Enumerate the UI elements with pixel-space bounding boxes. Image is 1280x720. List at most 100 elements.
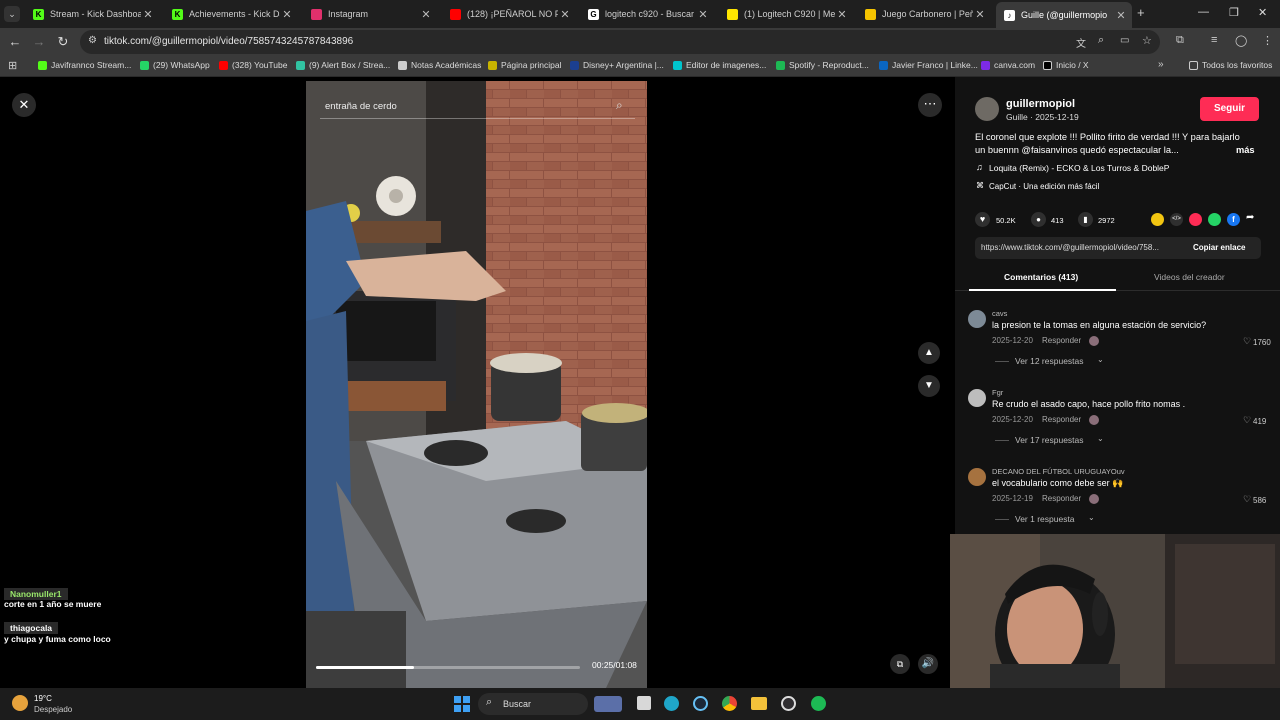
apps-icon[interactable]: ⊞ <box>8 59 17 72</box>
commenter-avatar[interactable] <box>968 468 986 486</box>
commenter-avatar[interactable] <box>968 310 986 328</box>
bookmark-item[interactable]: Disney+ Argentina |... <box>570 60 664 70</box>
video-progress-track[interactable] <box>316 666 580 669</box>
copy-link-button[interactable]: Copiar enlace <box>1193 243 1245 252</box>
bookmark-star-icon[interactable]: ☆ <box>1142 34 1152 47</box>
whatsapp-icon[interactable] <box>1208 213 1221 226</box>
browser-tab[interactable]: Juego Carbonero | Peñaro✕ <box>857 3 991 25</box>
view-replies-link[interactable]: Ver 12 respuestas <box>1015 356 1084 366</box>
forward-button[interactable]: → <box>30 33 48 51</box>
browser-tab[interactable]: K Stream - Kick Dashboard ✕ <box>25 3 159 25</box>
reply-button[interactable]: Responder <box>1042 415 1081 424</box>
author-avatar[interactable] <box>975 97 999 121</box>
new-tab-button[interactable]: + <box>1137 5 1145 20</box>
browser-tab[interactable]: Instagram ✕ <box>303 3 437 25</box>
comment-like-icon[interactable]: ♡ <box>1243 494 1251 505</box>
browser-tab[interactable]: Glogitech c920 - Buscar co ✕ <box>580 3 714 25</box>
back-button[interactable]: ← <box>6 33 24 51</box>
tab-creator-videos[interactable]: Videos del creador <box>1154 272 1225 282</box>
file-explorer-icon[interactable] <box>751 697 767 710</box>
comment-like-icon[interactable]: ♡ <box>1243 336 1251 347</box>
bookmark-item[interactable]: Inicio / X <box>1043 60 1089 70</box>
browser-tab[interactable]: (1) Logitech C920 | Merca✕ <box>719 3 853 25</box>
view-replies-link[interactable]: Ver 1 respuesta <box>1015 514 1075 524</box>
video-player[interactable]: entraña de cerdo ⌕ 00:25/01:08 <box>306 81 647 688</box>
browser-tab[interactable]: K Achievements - Kick Dash✕ <box>164 3 298 25</box>
next-video-button[interactable]: ▼ <box>918 375 940 397</box>
obs-icon[interactable] <box>781 696 796 711</box>
pip-icon[interactable]: ⧉ <box>890 654 910 674</box>
bookmark-item[interactable]: (29) WhatsApp <box>140 60 210 70</box>
bookmark-item[interactable]: canva.com <box>981 60 1035 70</box>
description-more[interactable]: más <box>1236 145 1255 155</box>
view-replies-link[interactable]: Ver 17 respuestas <box>1015 435 1084 445</box>
embed-icon[interactable]: </> <box>1170 213 1183 226</box>
reply-button[interactable]: Responder <box>1042 336 1081 345</box>
tab-close-icon[interactable]: ✕ <box>696 8 710 21</box>
more-bookmarks-icon[interactable]: » <box>1158 59 1164 70</box>
tab-close-icon[interactable]: ✕ <box>419 8 433 21</box>
reload-button[interactable]: ↻ <box>54 33 72 51</box>
profile-icon[interactable]: ◯ <box>1235 34 1247 47</box>
share-link-text[interactable]: https://www.tiktok.com/@guillermopiol/vi… <box>981 243 1159 252</box>
bookmark-item[interactable]: Página principal <box>488 60 561 70</box>
address-bar[interactable]: ⚙ tiktok.com/@guillermopiol/video/758574… <box>80 30 1160 54</box>
search-icon[interactable]: ⌕ <box>616 98 623 113</box>
tab-close-icon[interactable]: ✕ <box>835 8 849 21</box>
zoom-icon[interactable]: ⌕ <box>1098 34 1104 47</box>
start-button[interactable] <box>454 696 470 712</box>
tab-comments[interactable]: Comentarios (413) <box>1004 272 1078 282</box>
comment-like-icon[interactable]: ♡ <box>1243 415 1251 426</box>
author-username[interactable]: guillermopiol <box>1006 98 1075 110</box>
coin-icon[interactable] <box>1151 213 1164 226</box>
close-video-button[interactable]: ✕ <box>12 93 36 117</box>
browser-tab[interactable]: ♪ Guille (@guillermopio ✕ <box>996 2 1132 28</box>
task-view-icon[interactable] <box>637 696 651 710</box>
chrome-icon[interactable] <box>722 696 737 711</box>
previous-video-button[interactable]: ▲ <box>918 342 940 364</box>
bookmark-item[interactable]: Spotify - Reproduct... <box>776 60 869 70</box>
taskbar-search[interactable]: ⌕ Buscar <box>478 693 588 715</box>
minimize-button[interactable]: — <box>1198 6 1209 18</box>
share-arrow-icon[interactable]: ➦ <box>1246 212 1254 223</box>
steam-icon[interactable] <box>693 696 708 711</box>
bookmark-item[interactable]: (328) YouTube <box>219 60 287 70</box>
tab-close-icon[interactable]: ✕ <box>280 8 294 21</box>
bookmark-item[interactable]: Notas Académicas <box>398 60 481 70</box>
commenter-username[interactable]: cavs <box>992 309 1007 318</box>
spotify-icon[interactable] <box>811 696 826 711</box>
tab-menu-button[interactable]: ⌄ <box>4 6 20 22</box>
facebook-icon[interactable]: f <box>1227 213 1240 226</box>
menu-icon[interactable]: ⋮ <box>1262 34 1273 47</box>
volume-icon[interactable]: 🔊 <box>918 654 938 674</box>
follow-button[interactable]: Seguir <box>1200 97 1259 121</box>
commenter-username[interactable]: DECANO DEL FÚTBOL URUGUAYOuv <box>992 467 1125 476</box>
like-button[interactable]: ♥ <box>975 212 990 227</box>
tab-close-icon[interactable]: ✕ <box>973 8 987 21</box>
edge-icon[interactable] <box>664 696 679 711</box>
maximize-button[interactable]: ❐ <box>1229 6 1239 19</box>
bookmark-item[interactable]: Javier Franco | Linke... <box>879 60 978 70</box>
friends-share-icon[interactable] <box>1189 213 1202 226</box>
commenter-username[interactable]: Fgr <box>992 388 1003 397</box>
more-options-icon[interactable]: ⋯ <box>918 93 942 117</box>
tab-close-icon[interactable]: ✕ <box>1114 9 1128 22</box>
translate-icon[interactable]: 文 <box>1076 35 1086 50</box>
video-search-bar[interactable]: entraña de cerdo ⌕ <box>320 95 635 119</box>
all-bookmarks[interactable]: Todos los favoritos <box>1189 60 1272 70</box>
media-icon[interactable]: ≡ <box>1211 34 1217 46</box>
music-title[interactable]: Loquita (Remix) - ECKO & Los Turros & Do… <box>989 163 1169 173</box>
cast-icon[interactable]: ▭ <box>1120 35 1129 46</box>
capcut-link[interactable]: CapCut · Una edición más fácil <box>989 182 1099 191</box>
save-button[interactable]: ▮ <box>1078 212 1093 227</box>
chevron-down-icon[interactable]: ⌄ <box>1088 513 1095 522</box>
tab-close-icon[interactable]: ✕ <box>141 8 155 21</box>
comment-button[interactable]: ● <box>1031 212 1046 227</box>
chevron-down-icon[interactable]: ⌄ <box>1097 434 1104 443</box>
tab-close-icon[interactable]: ✕ <box>558 8 572 21</box>
site-info-icon[interactable]: ⚙ <box>88 35 97 46</box>
taskbar-app-icon[interactable] <box>594 696 622 712</box>
bookmark-item[interactable]: Editor de imagenes... <box>673 60 766 70</box>
chevron-down-icon[interactable]: ⌄ <box>1097 355 1104 364</box>
browser-tab[interactable]: (128) ¡PEÑAROL NO PUDO✕ <box>442 3 576 25</box>
